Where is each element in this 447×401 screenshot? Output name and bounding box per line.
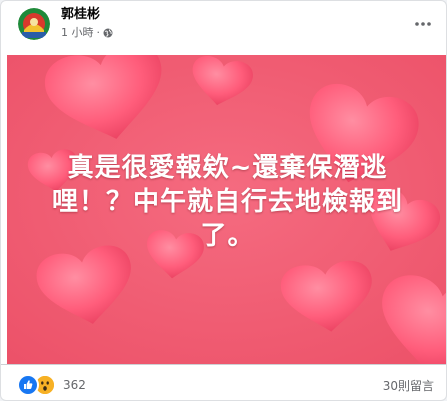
post-header: 郭桂彬 1 小時 · (1, 1, 446, 51)
comments-count-link[interactable]: 30則留言 (383, 377, 434, 394)
post-image[interactable]: 真是很愛報欸~還棄保潛逃 哩！？中午就自行去地檢報到 了。 (7, 55, 446, 364)
post-timestamp[interactable]: 1 小時 (61, 26, 94, 40)
caption-line: 哩！？中午就自行去地檢報到 (51, 187, 403, 217)
author-avatar[interactable] (18, 8, 50, 40)
reaction-count: 362 (63, 378, 86, 392)
avatar-image (18, 8, 50, 40)
meta-separator: · (96, 26, 101, 39)
caption-line: 真是很愛報欸~還棄保潛逃 (67, 153, 388, 183)
caption-line: 了。 (200, 221, 255, 251)
reactions-summary[interactable]: 362 (17, 374, 86, 396)
more-horizontal-icon (415, 11, 431, 30)
image-caption: 真是很愛報欸~還棄保潛逃 哩！？中午就自行去地檢報到 了。 (7, 151, 446, 253)
author-name[interactable]: 郭桂彬 (61, 7, 100, 23)
post-meta: 1 小時 · (61, 26, 113, 40)
globe-icon (103, 28, 113, 38)
like-icon (17, 374, 39, 396)
post-footer: 362 30則留言 (1, 364, 446, 400)
post-options-button[interactable] (412, 11, 434, 29)
facebook-post: 郭桂彬 1 小時 · 真是很愛報欸~還棄保潛逃 哩！？中午就自行去地檢報到 了。… (0, 0, 447, 401)
